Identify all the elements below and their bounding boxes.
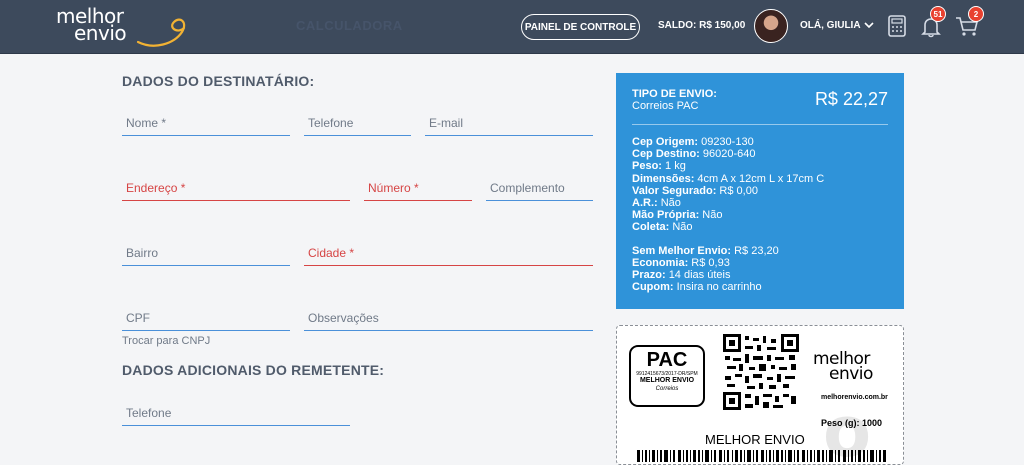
qr-code-icon xyxy=(723,334,799,410)
summary-row: Prazo: 14 dias úteis xyxy=(632,269,731,282)
summary-row: Coleta: Não xyxy=(632,221,693,234)
logo-swirl-icon xyxy=(136,18,186,47)
address-field[interactable]: Endereço * xyxy=(122,173,350,201)
cart-badge: 2 xyxy=(968,6,984,22)
shipping-price: R$ 22,27 xyxy=(814,89,888,109)
complement-field[interactable]: Complemento xyxy=(486,173,593,201)
city-field[interactable]: Cidade * xyxy=(304,238,593,266)
label-site: melhorenvio.com.br xyxy=(821,394,888,401)
city-label: Cidade * xyxy=(308,246,355,260)
shipping-summary-card: TIPO DE ENVIO: Correios PAC R$ 22,27 Cep… xyxy=(616,73,904,309)
calculator-icon[interactable] xyxy=(884,13,910,39)
address-label: Endereço * xyxy=(126,181,186,195)
complement-label: Complemento xyxy=(490,181,565,195)
balance-display: SALDO: R$ 150,00 xyxy=(658,20,746,31)
avatar[interactable] xyxy=(754,9,788,43)
label-melhor-envio-logo: melhor envio xyxy=(813,351,873,384)
summary-row: Mão Própria: Não xyxy=(632,209,723,222)
notes-field[interactable]: Observações xyxy=(304,303,593,331)
melhor-envio-logo[interactable]: melhor envio xyxy=(56,6,186,47)
summary-row: Sem Melhor Envio: R$ 23,20 xyxy=(632,244,779,257)
number-field[interactable]: Número * xyxy=(364,173,472,201)
sender-section-title: DADOS ADICIONAIS DO REMETENTE: xyxy=(122,362,385,378)
top-navigation-bar: melhor envio CALCULADORA PAINEL DE CONTR… xyxy=(0,0,1024,54)
email-label: E-mail xyxy=(429,116,464,130)
pac-stamp: PAC 9912415673/2017-DR/SPM MELHOR ENVIO … xyxy=(629,345,705,407)
control-panel-button[interactable]: PAINEL DE CONTROLE xyxy=(521,14,640,40)
chevron-down-icon xyxy=(863,22,874,29)
switch-to-cnpj-link[interactable]: Trocar para CNPJ xyxy=(122,335,210,347)
email-field[interactable]: E-mail xyxy=(425,108,593,136)
label-logo-line2: envio xyxy=(829,364,873,384)
page-title-ghost: CALCULADORA xyxy=(296,18,403,33)
sender-phone-field[interactable]: Telefone xyxy=(122,398,350,426)
barcode-icon xyxy=(637,450,886,462)
summary-divider xyxy=(632,124,888,125)
label-weight: Peso (g): 1000 xyxy=(821,418,883,428)
summary-row: Peso: 1 kg xyxy=(632,160,686,173)
sender-phone-label: Telefone xyxy=(126,406,172,420)
pac-correios: Correios xyxy=(655,386,679,392)
cpf-label: CPF xyxy=(126,311,150,325)
summary-details: Cep Origem: 09230-130 Cep Destino: 96020… xyxy=(632,136,824,293)
summary-row: A.R.: Não xyxy=(632,197,681,210)
notes-label: Observações xyxy=(308,311,379,325)
user-menu[interactable]: OLÁ, GIULIA xyxy=(800,20,874,31)
summary-row: Cep Origem: 09230-130 xyxy=(632,136,754,148)
cpf-field[interactable]: CPF xyxy=(122,303,290,331)
pac-title: PAC xyxy=(646,349,688,371)
phone-field[interactable]: Telefone xyxy=(304,108,411,136)
number-label: Número * xyxy=(368,181,419,195)
pac-melhor-envio: MELHOR ENVIO xyxy=(639,377,695,384)
summary-row: Cupom: Insira no carrinho xyxy=(632,281,762,294)
shipping-label-preview: PAC 9912415673/2017-DR/SPM MELHOR ENVIO … xyxy=(616,325,904,465)
label-sender-name: MELHOR ENVIO xyxy=(705,432,805,447)
summary-row: Valor Segurado: R$ 0,00 xyxy=(632,184,758,197)
neighborhood-field[interactable]: Bairro xyxy=(122,238,290,266)
name-label: Nome * xyxy=(126,116,167,130)
notifications-badge: 51 xyxy=(930,6,946,22)
name-field[interactable]: Nome * xyxy=(122,108,290,136)
summary-row: Cep Destino: 96020-640 xyxy=(632,148,756,161)
summary-row: Dimensões: 4cm A x 12cm L x 17cm C xyxy=(632,172,825,185)
user-greeting: OLÁ, GIULIA xyxy=(800,20,861,31)
phone-label: Telefone xyxy=(308,116,354,130)
neighborhood-label: Bairro xyxy=(126,246,159,260)
recipient-section-title: DADOS DO DESTINATÁRIO: xyxy=(122,73,315,89)
summary-row: Economia: R$ 0,93 xyxy=(632,256,730,269)
